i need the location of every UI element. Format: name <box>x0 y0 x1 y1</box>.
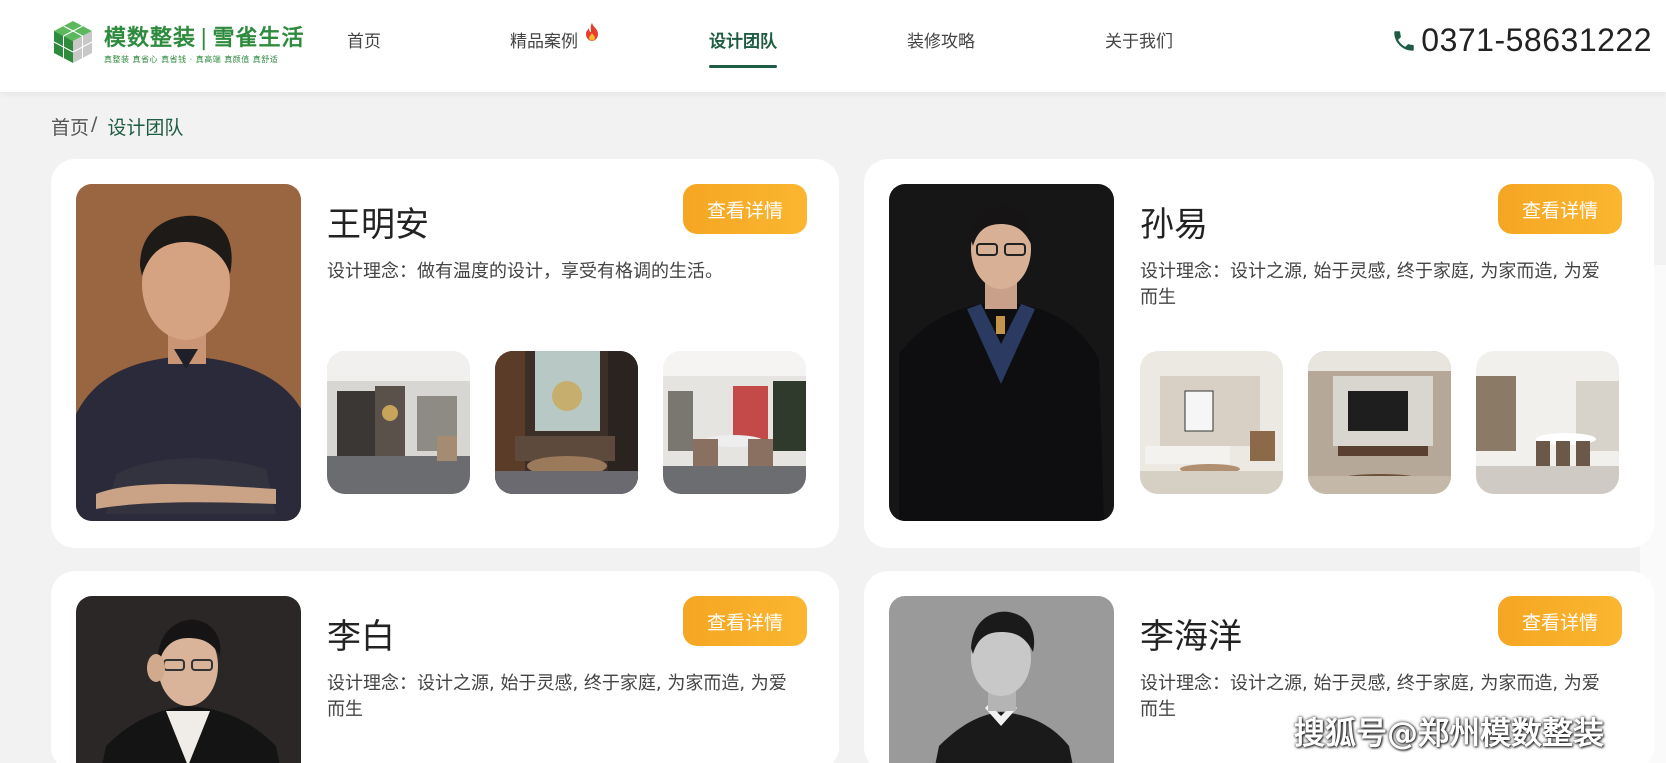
portfolio-thumbnails <box>1140 351 1619 494</box>
nav-cases-label: 精品案例 <box>510 32 578 52</box>
designer-portrait[interactable] <box>889 184 1114 521</box>
fire-icon <box>584 22 600 42</box>
designer-card: 王明安 查看详情 设计理念：做有温度的设计，享受有格调的生活。 <box>51 159 839 548</box>
breadcrumb-home[interactable]: 首页 <box>51 113 89 140</box>
case-thumbnail[interactable] <box>495 351 638 494</box>
case-thumbnail[interactable] <box>327 351 470 494</box>
nav-guide[interactable]: 装修攻略 <box>907 30 975 70</box>
cube-logo-icon <box>50 19 96 65</box>
nav-design-team[interactable]: 设计团队 <box>709 30 777 70</box>
breadcrumb-current: 设计团队 <box>107 117 184 139</box>
case-thumbnail[interactable] <box>1308 351 1451 494</box>
designer-portrait[interactable] <box>76 184 301 521</box>
nav-home[interactable]: 首页 <box>347 30 381 70</box>
designer-portrait[interactable] <box>76 596 301 763</box>
design-philosophy: 设计理念：做有温度的设计，享受有格调的生活。 <box>327 261 723 282</box>
nav-cases[interactable]: 精品案例 <box>510 23 598 70</box>
designer-name: 李海洋 <box>1140 617 1242 657</box>
design-philosophy: 设计理念：设计之源, 始于灵感, 终于家庭, 为家而造, 为爱而生 <box>327 673 787 720</box>
watermark-text: 搜狐号@郑州模数整装 <box>1294 716 1604 752</box>
portfolio-thumbnails <box>327 351 806 494</box>
breadcrumb-separator: / <box>91 113 98 135</box>
case-thumbnail[interactable] <box>1140 351 1283 494</box>
designer-card: 孙易 查看详情 设计理念：设计之源, 始于灵感, 终于家庭, 为家而造, 为爱而… <box>864 159 1654 548</box>
designer-portrait[interactable] <box>889 596 1114 763</box>
designer-name: 李白 <box>327 617 395 657</box>
view-details-button[interactable]: 查看详情 <box>1498 596 1622 646</box>
phone-contact[interactable]: 0371-58631222 <box>1391 22 1652 59</box>
view-details-button[interactable]: 查看详情 <box>683 596 807 646</box>
site-header: 模数整装 | 雪雀生活 真整装 真省心 真省钱 · 真高端 真颜值 真舒适 首页 精… <box>0 0 1666 92</box>
view-details-button[interactable]: 查看详情 <box>1498 184 1622 234</box>
phone-number: 0371-58631222 <box>1421 22 1652 58</box>
designer-name: 王明安 <box>327 205 429 245</box>
nav-about[interactable]: 关于我们 <box>1105 30 1173 70</box>
view-details-button[interactable]: 查看详情 <box>683 184 807 234</box>
page-edge-shade <box>1640 265 1666 763</box>
brand-divider: | <box>200 25 209 51</box>
brand-main: 模数整装 <box>104 25 197 51</box>
site-logo[interactable]: 模数整装 | 雪雀生活 真整装 真省心 真省钱 · 真高端 真颜值 真舒适 <box>50 18 303 66</box>
design-philosophy: 设计理念：设计之源, 始于灵感, 终于家庭, 为家而造, 为爱而生 <box>1140 261 1600 308</box>
phone-icon <box>1391 28 1417 54</box>
brand-tagline: 真整装 真省心 真省钱 · 真高端 真颜值 真舒适 <box>104 54 279 64</box>
case-thumbnail[interactable] <box>1476 351 1619 494</box>
designer-card: 李白 查看详情 设计理念：设计之源, 始于灵感, 终于家庭, 为家而造, 为爱而… <box>51 571 839 763</box>
breadcrumb: 首页 / 设计团队 <box>51 113 183 140</box>
case-thumbnail[interactable] <box>663 351 806 494</box>
brand-partner: 雪雀生活 <box>212 25 305 51</box>
designer-name: 孙易 <box>1140 205 1208 245</box>
